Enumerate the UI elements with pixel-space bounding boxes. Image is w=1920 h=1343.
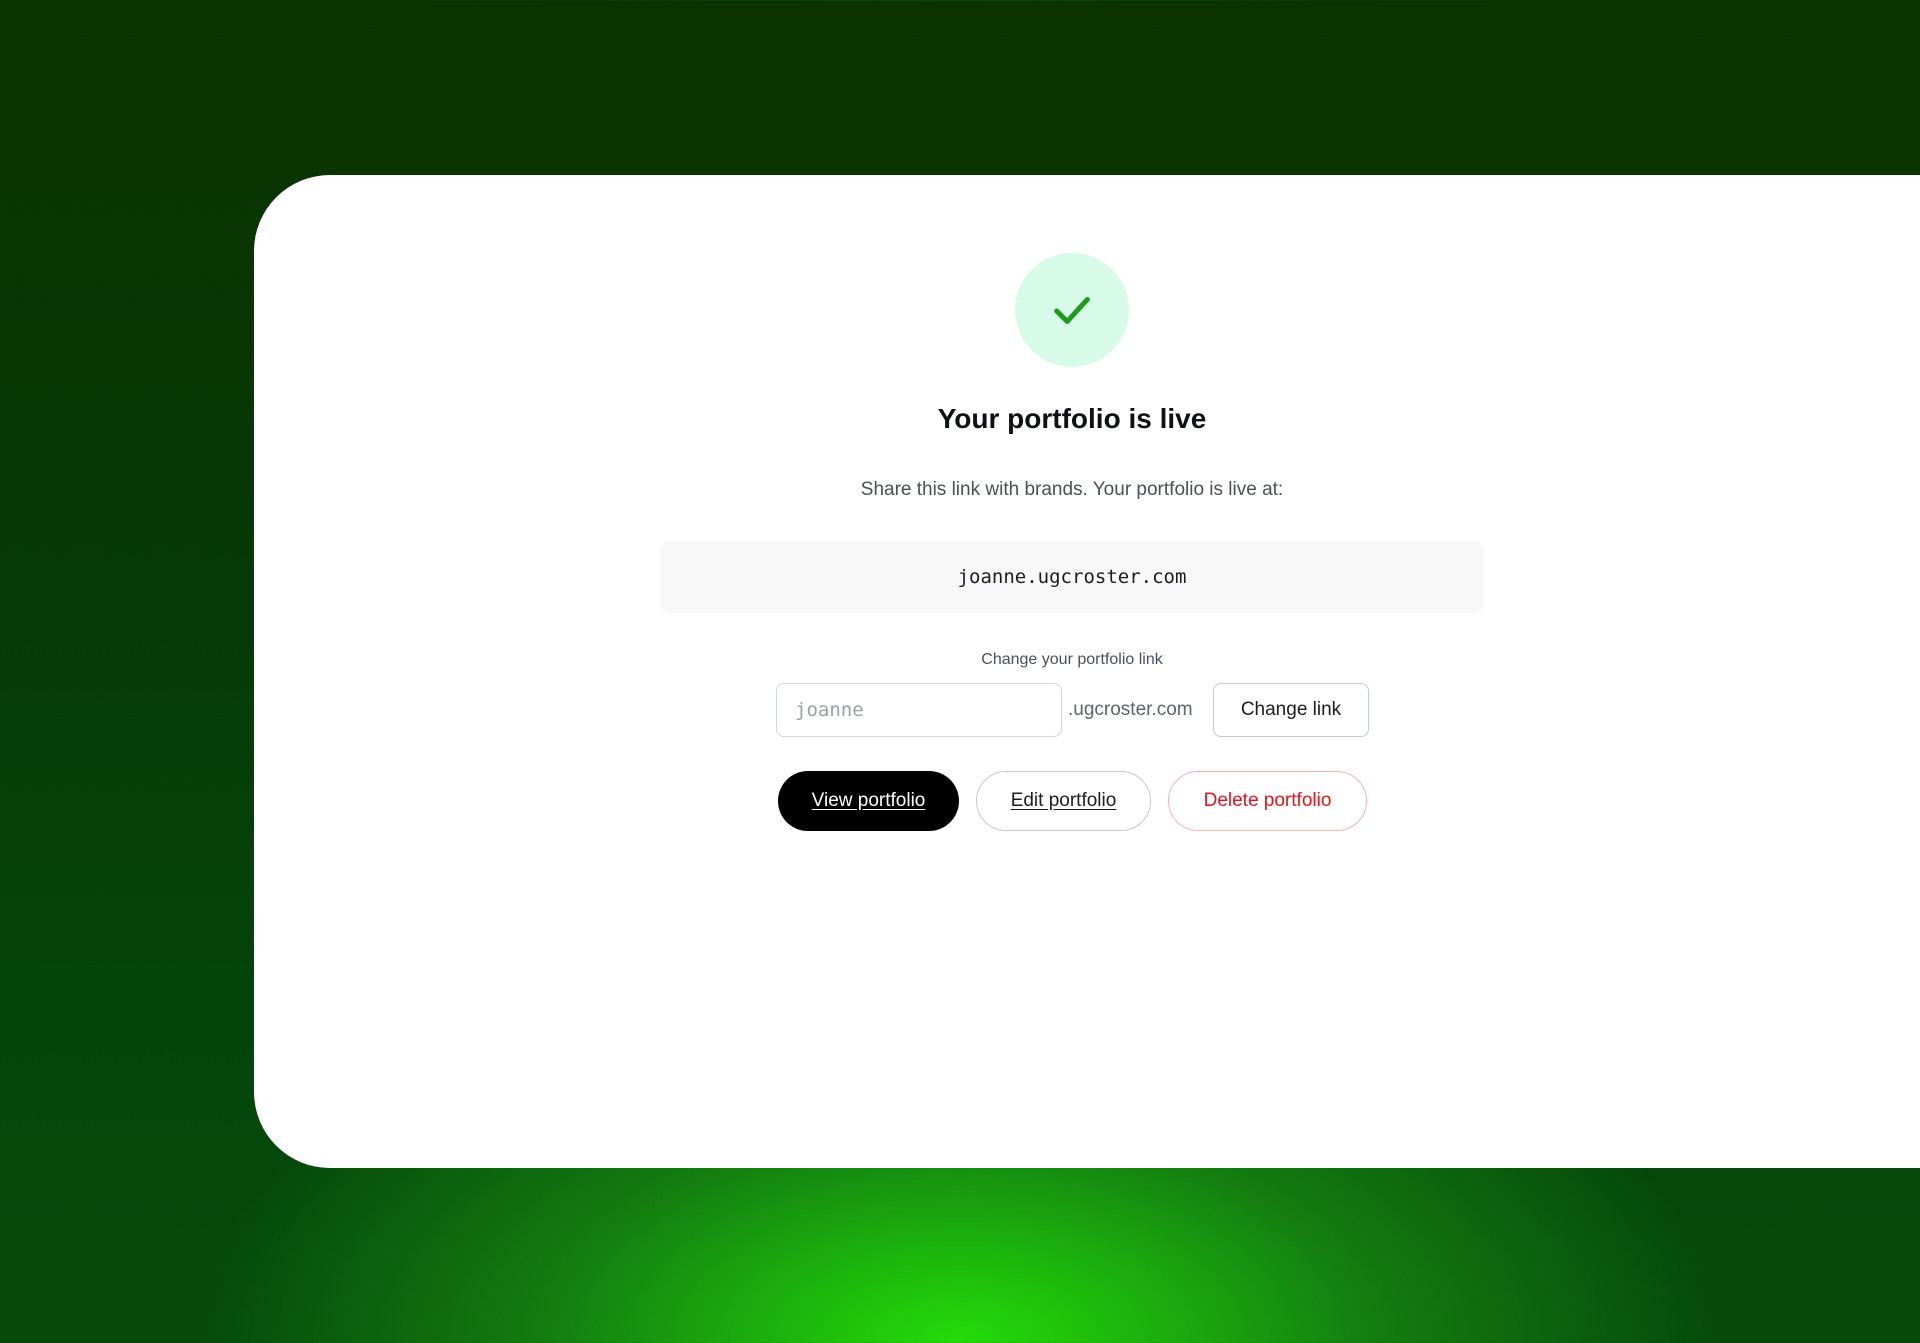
check-icon: [1054, 296, 1090, 324]
portfolio-slug-input[interactable]: [776, 683, 1062, 737]
portfolio-url-display: joanne.ugcroster.com: [660, 541, 1484, 613]
domain-suffix: .ugcroster.com: [1068, 699, 1193, 720]
edit-portfolio-button[interactable]: Edit portfolio: [976, 771, 1151, 831]
success-badge: [1015, 253, 1129, 367]
delete-portfolio-button[interactable]: Delete portfolio: [1168, 771, 1367, 831]
change-link-button[interactable]: Change link: [1213, 683, 1369, 737]
view-portfolio-button[interactable]: View portfolio: [778, 771, 959, 831]
page-title: Your portfolio is live: [937, 403, 1207, 434]
change-link-label: Change your portfolio link: [981, 651, 1163, 668]
share-instructions: Share this link with brands. Your portfo…: [860, 479, 1284, 500]
